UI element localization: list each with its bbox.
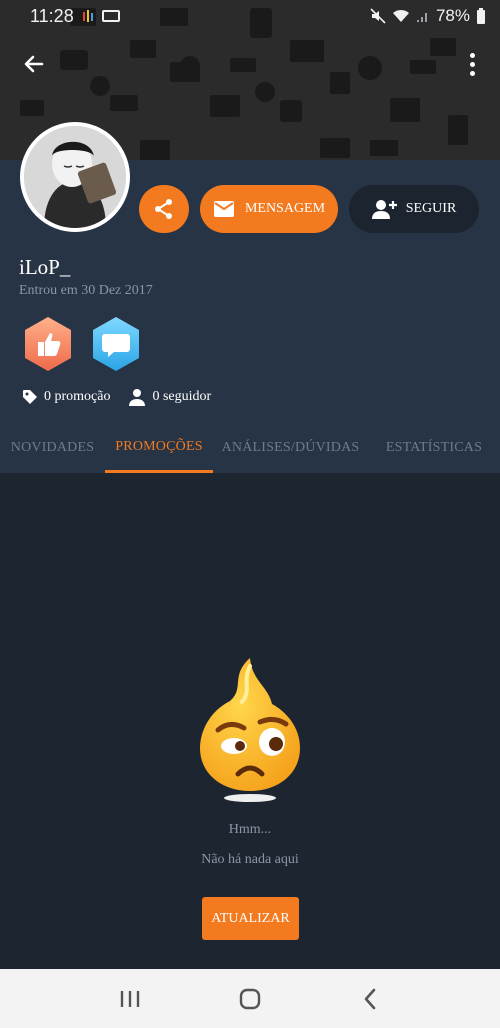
status-time: 11:28	[30, 5, 74, 26]
battery-percent: 78%	[435, 6, 470, 25]
share-icon	[155, 199, 172, 219]
avatar-image	[24, 126, 126, 228]
avatar[interactable]	[20, 122, 130, 232]
empty-message: Não há nada aqui	[201, 852, 299, 867]
followers-stat: 0 seguidor	[128, 388, 211, 406]
more-dot	[469, 61, 475, 67]
home-icon	[239, 988, 261, 1009]
chevron-left-icon	[364, 988, 376, 1009]
person-icon	[129, 389, 146, 406]
join-date: Entrou em 30 Dez 2017	[19, 283, 153, 298]
screen-icon	[101, 10, 120, 22]
more-options-button[interactable]	[464, 50, 480, 78]
promotions-count: 0 promoção	[44, 389, 111, 404]
promotions-stat: 0 promoção	[22, 388, 110, 406]
battery-icon	[477, 8, 485, 24]
status-bar: 11:28 78%	[0, 0, 500, 32]
recent-apps-button[interactable]	[110, 979, 150, 1019]
home-button[interactable]	[230, 979, 270, 1019]
like-badge[interactable]	[22, 315, 74, 373]
thumbs-up-icon	[25, 317, 71, 371]
comment-badge[interactable]	[90, 315, 142, 373]
profile-tabs: NOVIDADES PROMOÇÕES ANÁLISES/DÚVIDAS EST…	[0, 423, 500, 473]
profile-stats: 0 promoção 0 seguidor	[22, 388, 211, 406]
username: iLoP_	[19, 255, 71, 279]
share-button[interactable]	[139, 185, 189, 233]
tab-analises-duvidas[interactable]: ANÁLISES/DÚVIDAS	[213, 423, 368, 473]
profile-section: MENSAGEM SEGUIR iLoP_ Entrou em 30 Dez 2…	[0, 122, 500, 473]
empty-title: Hmm...	[228, 822, 272, 837]
signal-icon	[416, 13, 427, 22]
promotions-content: Hmm... Não há nada aqui ATUALIZAR	[0, 473, 500, 969]
wifi-icon	[392, 9, 409, 22]
notification-icon	[82, 10, 93, 22]
message-button[interactable]: MENSAGEM	[200, 185, 338, 233]
mail-icon	[213, 201, 234, 217]
more-dot	[469, 52, 475, 58]
chat-bubble-icon	[93, 317, 139, 371]
system-nav-bar	[0, 969, 500, 1028]
tag-icon	[23, 390, 37, 404]
tab-estatisticas[interactable]: ESTATÍSTICAS	[368, 423, 500, 473]
recent-apps-icon	[120, 990, 140, 1007]
tab-novidades[interactable]: NOVIDADES	[0, 423, 105, 473]
back-button[interactable]	[20, 50, 48, 78]
followers-count: 0 seguidor	[152, 389, 212, 404]
refresh-button[interactable]: ATUALIZAR	[202, 897, 299, 940]
add-person-icon	[371, 200, 397, 219]
arrow-left-icon	[24, 55, 44, 73]
mute-icon	[370, 8, 386, 24]
tab-promocoes[interactable]: PROMOÇÕES	[105, 423, 213, 473]
follow-label: SEGUIR	[405, 201, 457, 216]
message-label: MENSAGEM	[244, 201, 326, 216]
system-back-button[interactable]	[350, 979, 390, 1019]
more-dot	[469, 70, 475, 76]
sad-flame-mascot-icon	[200, 658, 300, 802]
follow-button[interactable]: SEGUIR	[349, 185, 479, 233]
